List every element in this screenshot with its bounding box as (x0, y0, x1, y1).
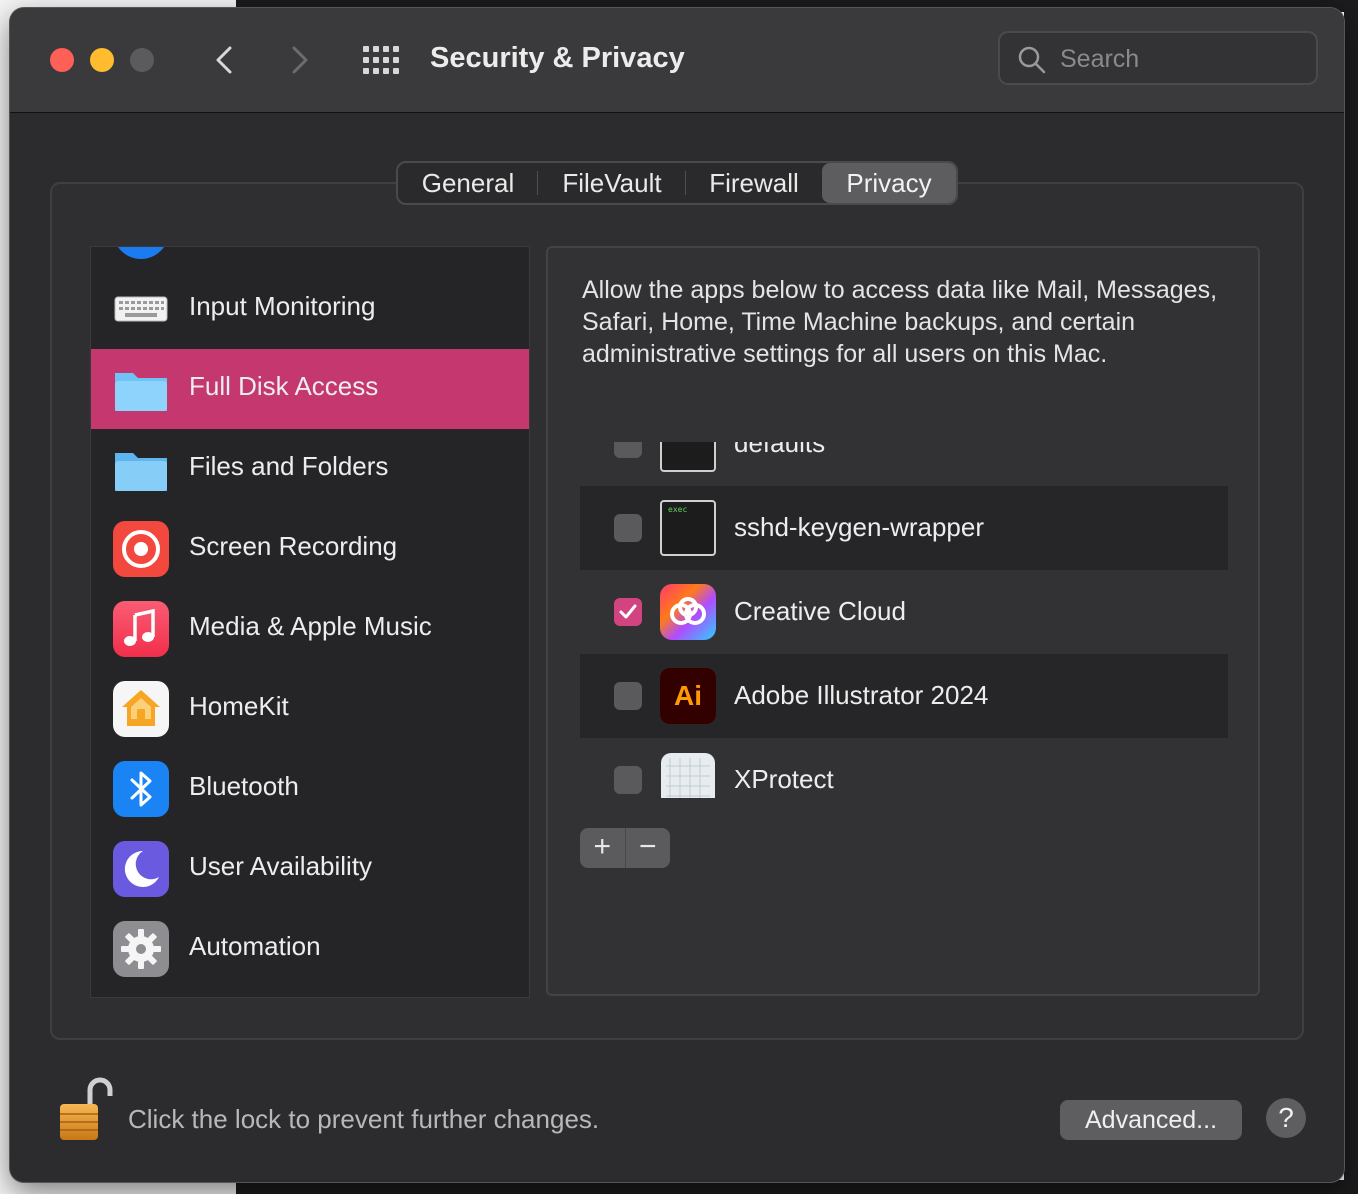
keyboard-icon (114, 296, 168, 322)
add-app-button[interactable]: + (580, 828, 626, 868)
chevron-left-icon (216, 46, 232, 74)
title-bar: Security & Privacy (10, 8, 1344, 113)
sidebar-item-screen-recording[interactable]: Screen Recording (91, 509, 529, 589)
sidebar-item-full-disk-access[interactable]: Full Disk Access (91, 349, 529, 429)
search-box[interactable] (998, 31, 1318, 85)
add-remove-control: + − (580, 828, 670, 868)
tab-filevault[interactable]: FileVault (538, 163, 686, 203)
tab-firewall[interactable]: Firewall (686, 163, 822, 203)
app-name: defaults (734, 442, 826, 458)
location-services-icon (113, 247, 169, 259)
sidebar-item-label: HomeKit (189, 691, 289, 721)
checkmark-icon (619, 604, 637, 619)
show-all-grid-button[interactable] (362, 44, 400, 76)
sidebar-item-label: User Availability (189, 851, 373, 881)
back-button[interactable] (210, 40, 240, 80)
lock-button[interactable] (54, 1074, 114, 1146)
sidebar-item-label: Full Disk Access (189, 371, 379, 401)
app-row-creative-cloud[interactable]: Creative Cloud (580, 570, 1228, 654)
sidebar-item-homekit[interactable]: HomeKit (91, 669, 529, 749)
desktop-background-right (1344, 0, 1358, 1194)
zoom-window-button[interactable] (130, 48, 154, 72)
advanced-button[interactable]: Advanced... (1060, 1100, 1242, 1140)
minimize-window-button[interactable] (90, 48, 114, 72)
app-checkbox[interactable] (614, 766, 642, 794)
app-list[interactable]: defaults exec sshd-keygen-wrapper Creati… (580, 442, 1228, 798)
terminal-exec-icon: exec (660, 500, 716, 556)
folder-icon (115, 373, 167, 411)
unlocked-padlock-icon (60, 1077, 113, 1140)
app-name: Adobe Illustrator 2024 (734, 680, 989, 710)
app-name: sshd-keygen-wrapper (734, 512, 985, 542)
home-icon (113, 681, 169, 737)
search-input[interactable] (1058, 41, 1302, 77)
sidebar-item-bluetooth[interactable]: Bluetooth (91, 749, 529, 829)
help-button[interactable]: ? (1266, 1098, 1306, 1138)
remove-app-button[interactable]: − (626, 828, 671, 868)
xprotect-icon (661, 753, 715, 798)
privacy-category-list[interactable]: Input Monitoring Full Disk Access Files … (90, 246, 530, 998)
search-icon (1018, 46, 1046, 74)
sidebar-item-label: Media & Apple Music (189, 611, 432, 641)
forward-button[interactable] (284, 40, 314, 80)
preferences-window: Security & Privacy General FileVault Fir… (10, 8, 1344, 1182)
folder-icon (115, 453, 167, 491)
sidebar-item-label: Bluetooth (189, 771, 299, 801)
access-description: Allow the apps below to access data like… (582, 276, 1218, 368)
close-window-button[interactable] (50, 48, 74, 72)
exec-icon-text: exec (668, 505, 687, 514)
sidebar-item-media-apple-music[interactable]: Media & Apple Music (91, 589, 529, 669)
app-row-xprotect[interactable]: XProtect (580, 738, 1228, 798)
sidebar-item-label: Input Monitoring (189, 291, 376, 321)
sidebar-item-label: Files and Folders (189, 451, 389, 481)
illustrator-icon-text: Ai (674, 680, 702, 711)
lock-status-text: Click the lock to prevent further change… (128, 1104, 600, 1134)
desktop-background-bottom (236, 1180, 1358, 1194)
grid-icon (363, 46, 399, 74)
app-checkbox[interactable] (614, 682, 642, 710)
sidebar-item-label: Automation (189, 931, 321, 961)
tab-bar: General FileVault Firewall Privacy (396, 161, 958, 205)
gear-icon (113, 921, 169, 977)
sidebar-item-automation[interactable]: Automation (91, 909, 529, 989)
creative-cloud-icon (660, 584, 716, 640)
tab-privacy[interactable]: Privacy (822, 163, 956, 203)
app-row-defaults[interactable]: defaults (580, 442, 1228, 486)
app-row-adobe-illustrator[interactable]: Ai Adobe Illustrator 2024 (580, 654, 1228, 738)
sidebar-item-label: Screen Recording (189, 531, 398, 561)
app-row-sshd-keygen-wrapper[interactable]: exec sshd-keygen-wrapper (580, 486, 1228, 570)
music-note-icon (113, 601, 169, 657)
screen-recording-icon (113, 521, 169, 577)
tab-general[interactable]: General (398, 163, 538, 203)
app-name: XProtect (734, 764, 834, 794)
moon-icon (113, 841, 169, 897)
full-disk-access-pane: Allow the apps below to access data like… (546, 246, 1260, 996)
sidebar-item-user-availability[interactable]: User Availability (91, 829, 529, 909)
bluetooth-icon (113, 761, 169, 817)
app-name: Creative Cloud (734, 596, 906, 626)
sidebar-item-files-and-folders[interactable]: Files and Folders (91, 429, 529, 509)
illustrator-icon: Ai (660, 668, 716, 724)
chevron-right-icon (292, 46, 308, 74)
app-checkbox-checked[interactable] (614, 598, 642, 626)
terminal-exec-icon (660, 442, 716, 472)
sidebar-item-input-monitoring[interactable]: Input Monitoring (91, 269, 529, 349)
window-title: Security & Privacy (430, 42, 685, 74)
app-checkbox[interactable] (614, 442, 642, 458)
app-checkbox[interactable] (614, 514, 642, 542)
